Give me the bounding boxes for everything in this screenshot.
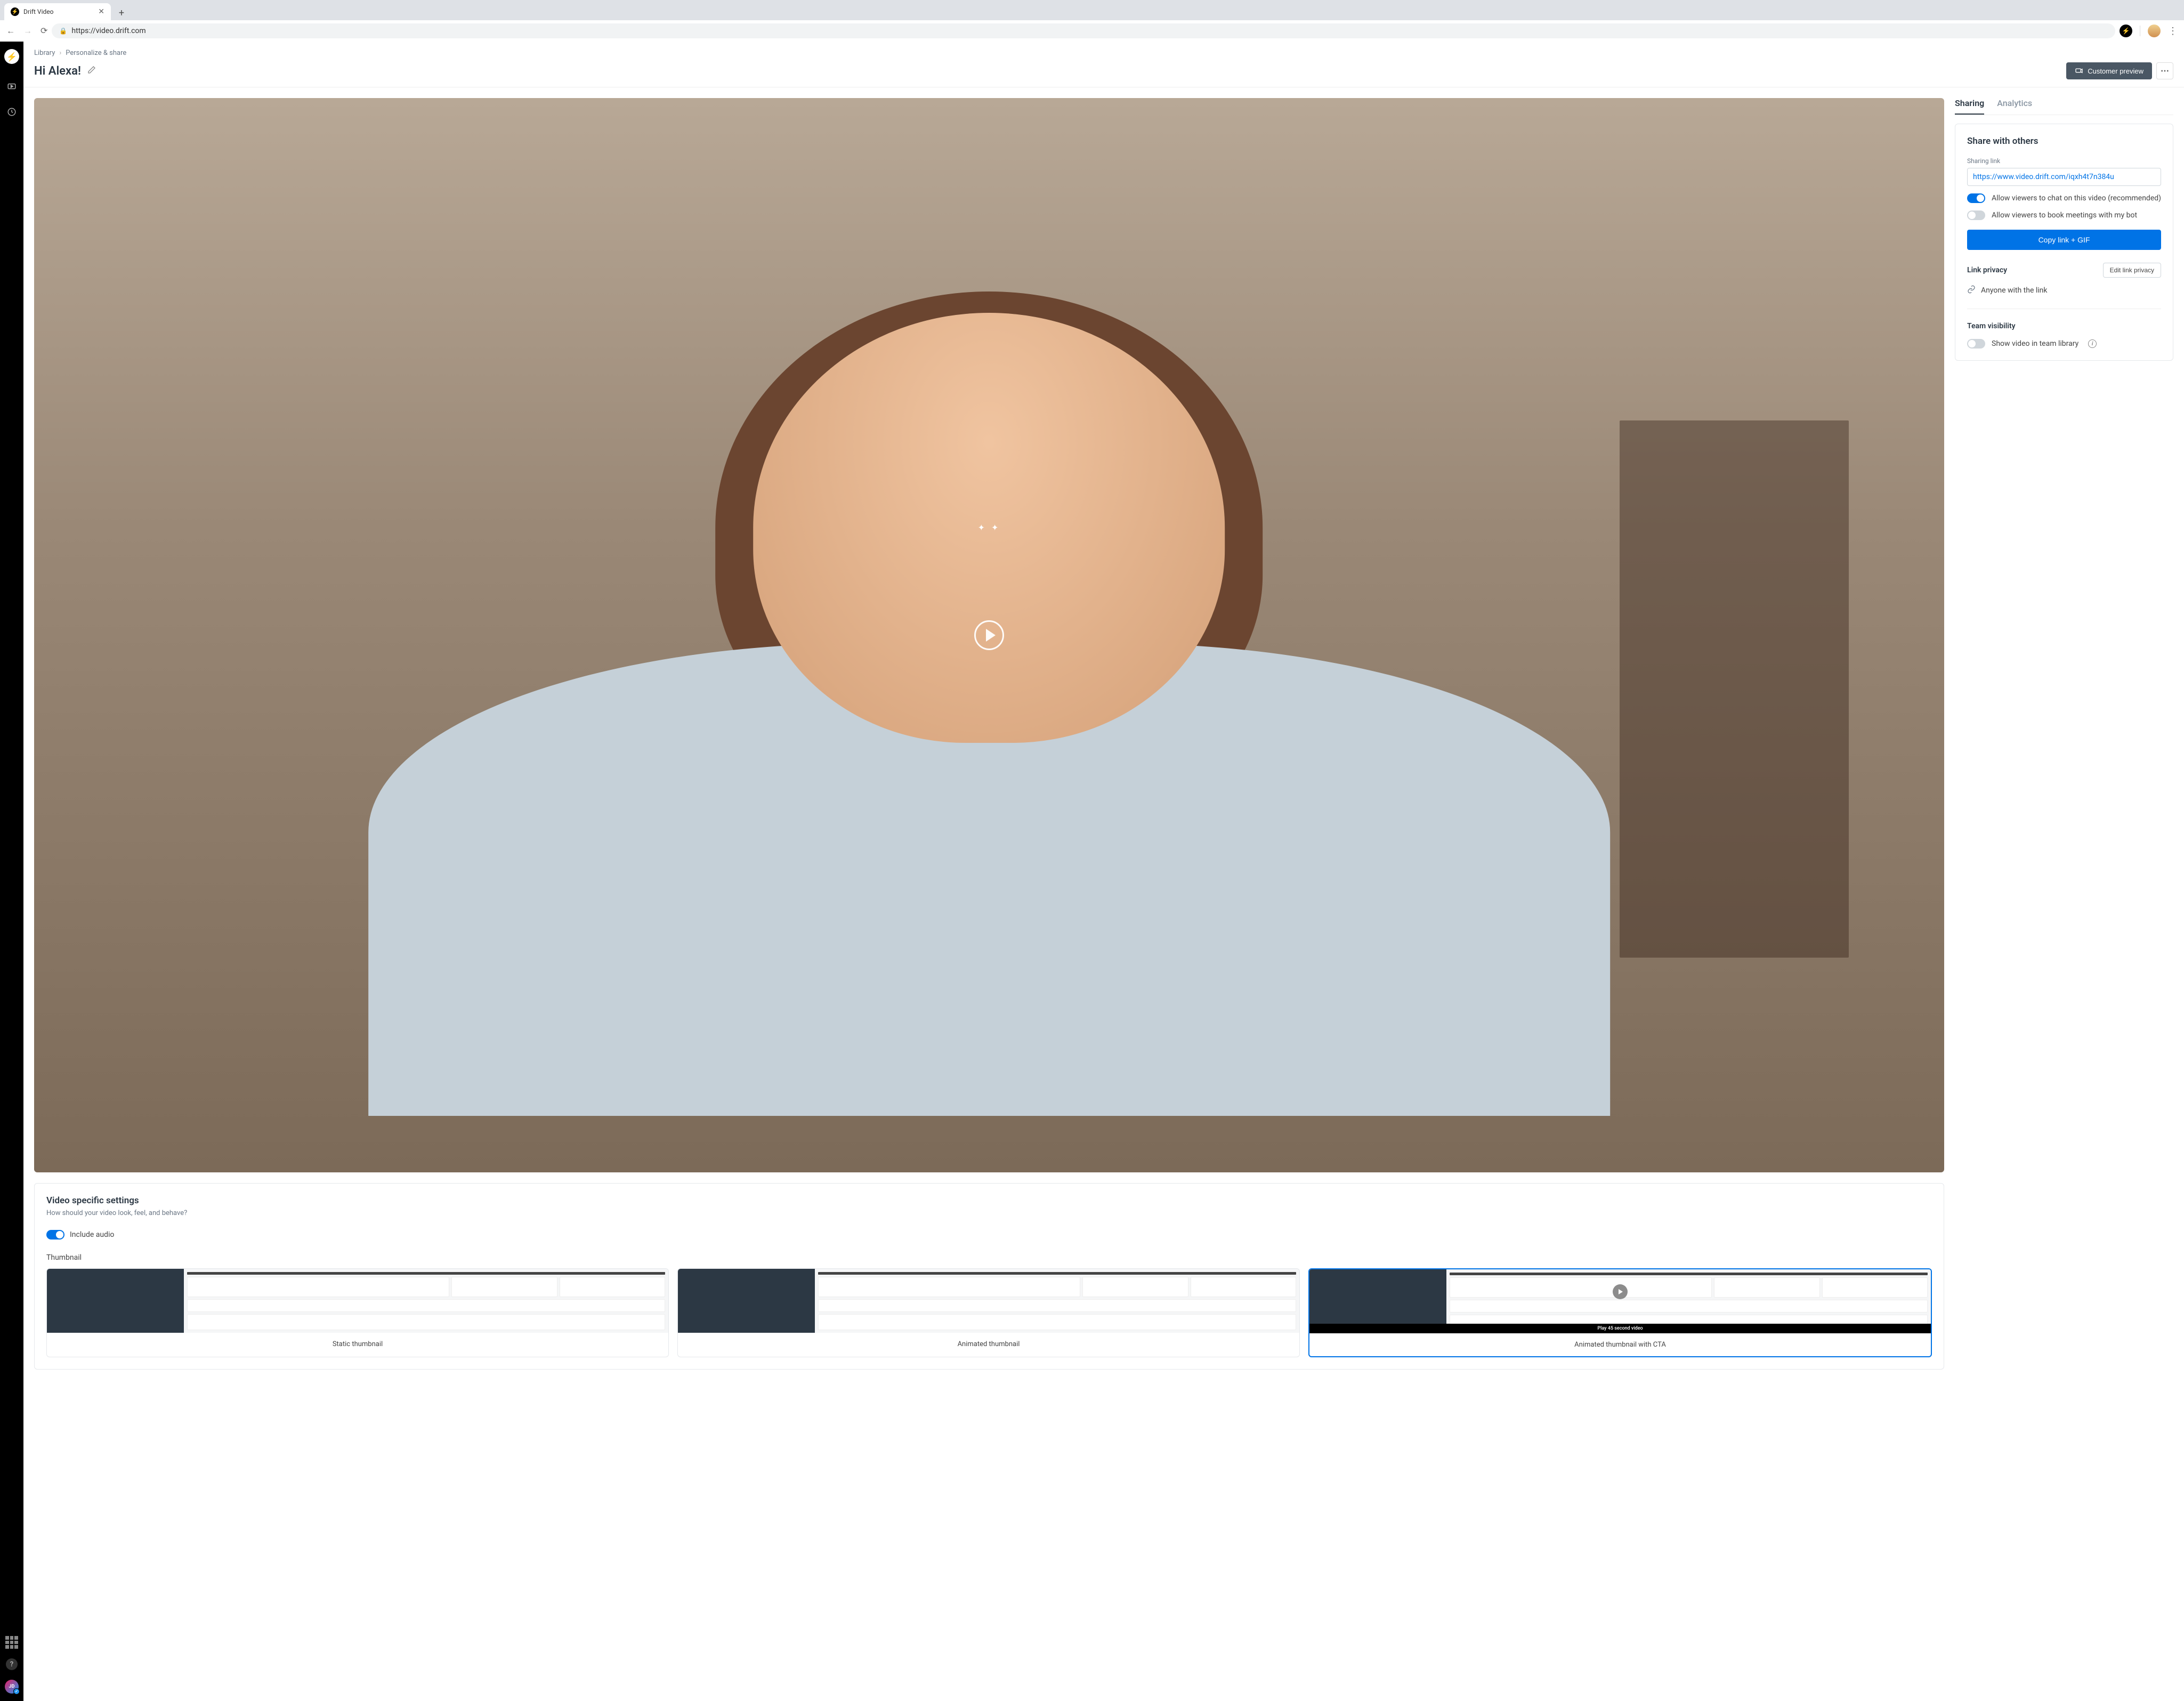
apps-grid-icon[interactable] (5, 1636, 18, 1649)
thumbnail-preview: Play 45 second video (1309, 1269, 1931, 1333)
play-button-icon[interactable] (974, 620, 1004, 650)
profile-avatar[interactable] (2148, 25, 2161, 37)
reload-button[interactable]: ⟳ (41, 26, 47, 36)
title-left: Hi Alexa! (34, 64, 96, 78)
preview-icon (2075, 67, 2083, 75)
thumbnail-label: Thumbnail (46, 1253, 1932, 1262)
lock-icon: 🔒 (59, 27, 67, 35)
help-icon[interactable]: ? (6, 1658, 18, 1670)
new-tab-button[interactable]: + (114, 5, 129, 20)
breadcrumb: Library › Personalize & share (34, 49, 2173, 57)
preview-label: Customer preview (2088, 67, 2143, 75)
edit-privacy-button[interactable]: Edit link privacy (2103, 263, 2161, 278)
content-body: ✦ ✦ Video specific settings How should y… (23, 87, 2184, 1380)
sidebar-bottom: ? JD ✓ (5, 1636, 19, 1694)
link-icon (1967, 285, 1976, 296)
cta-overlay-text: Play 45 second video (1309, 1324, 1931, 1333)
thumbnail-grid: Static thumbnail (46, 1268, 1932, 1357)
link-privacy-section: Link privacy Edit link privacy Anyone wi… (1967, 263, 2161, 296)
forward-button[interactable]: → (23, 26, 32, 36)
tab-title: Drift Video (23, 8, 94, 15)
app-container: ⚡ ? JD ✓ Library › Personalize & share (0, 42, 2184, 1701)
title-row: Hi Alexa! Customer preview ⋯ (34, 62, 2173, 79)
user-avatar[interactable]: JD ✓ (5, 1680, 19, 1694)
allow-book-label: Allow viewers to book meetings with my b… (1992, 211, 2137, 220)
team-library-label: Show video in team library (1992, 339, 2078, 348)
right-column: Sharing Analytics Share with others Shar… (1955, 98, 2173, 1370)
breadcrumb-library[interactable]: Library (34, 49, 55, 57)
info-icon[interactable]: i (2088, 339, 2097, 348)
sparkle-icon: ✦ ✦ (978, 523, 1001, 533)
extension-icon[interactable]: ⚡ (2120, 25, 2132, 37)
team-library-toggle[interactable] (1967, 339, 1985, 349)
tab-analytics[interactable]: Analytics (1997, 98, 2032, 115)
browser-tab[interactable]: ⚡ Drift Video ✕ (4, 3, 111, 20)
chevron-right-icon: › (59, 49, 61, 57)
app-logo-icon[interactable]: ⚡ (4, 49, 19, 64)
sidebar: ⚡ ? JD ✓ (0, 42, 23, 1701)
title-actions: Customer preview ⋯ (2066, 62, 2173, 79)
browser-menu-icon[interactable]: ⋮ (2168, 26, 2178, 37)
settings-heading: Video specific settings (46, 1195, 1932, 1206)
allow-chat-row: Allow viewers to chat on this video (rec… (1967, 193, 2161, 203)
sharing-link-field[interactable]: https://www.video.drift.com/iqxh4t7n384u (1967, 168, 2161, 186)
close-icon[interactable]: ✕ (98, 7, 104, 16)
allow-book-toggle[interactable] (1967, 210, 1985, 220)
include-audio-label: Include audio (70, 1230, 114, 1239)
share-heading: Share with others (1967, 136, 2161, 147)
team-heading: Team visibility (1967, 322, 2161, 330)
allow-chat-label: Allow viewers to chat on this video (rec… (1992, 194, 2161, 203)
tab-sharing[interactable]: Sharing (1955, 98, 1984, 115)
privacy-heading: Link privacy (1967, 266, 2007, 274)
verified-check-icon: ✓ (13, 1688, 20, 1695)
page-title: Hi Alexa! (34, 64, 81, 78)
privacy-value-row: Anyone with the link (1967, 285, 2161, 296)
breadcrumb-personalize[interactable]: Personalize & share (66, 49, 126, 57)
sharing-link-section: Sharing link https://www.video.drift.com… (1967, 157, 2161, 250)
user-initials: JD (9, 1684, 15, 1689)
sharing-link-label: Sharing link (1967, 157, 2161, 165)
sidebar-item-videos[interactable] (5, 80, 18, 93)
browser-chrome: ⚡ Drift Video ✕ + ← → ⟳ 🔒 https://video.… (0, 0, 2184, 42)
url-field[interactable]: 🔒 https://video.drift.com (52, 23, 2115, 38)
thumbnail-caption: Animated thumbnail with CTA (1309, 1333, 1931, 1356)
settings-card: Video specific settings How should your … (34, 1183, 1944, 1370)
left-column: ✦ ✦ Video specific settings How should y… (34, 98, 1944, 1370)
privacy-value: Anyone with the link (1981, 286, 2048, 295)
thumbnail-preview (47, 1269, 668, 1333)
tabs-header: Sharing Analytics (1955, 98, 2173, 115)
browser-actions: ⚡ ⋮ (2120, 25, 2178, 37)
favicon-icon: ⚡ (11, 7, 19, 16)
page-header: Library › Personalize & share Hi Alexa! … (23, 42, 2184, 87)
back-button[interactable]: ← (6, 26, 15, 36)
main-area: Library › Personalize & share Hi Alexa! … (23, 42, 2184, 1701)
sidebar-item-history[interactable] (5, 106, 18, 118)
allow-book-row: Allow viewers to book meetings with my b… (1967, 210, 2161, 220)
url-text: https://video.drift.com (71, 27, 145, 35)
tab-bar: ⚡ Drift Video ✕ + (0, 0, 2184, 20)
more-options-button[interactable]: ⋯ (2156, 62, 2173, 79)
thumbnail-option-animated[interactable]: Animated thumbnail (677, 1268, 1300, 1357)
thumbnail-option-static[interactable]: Static thumbnail (46, 1268, 669, 1357)
team-toggle-row: Show video in team library i (1967, 339, 2161, 349)
url-bar: ← → ⟳ 🔒 https://video.drift.com ⚡ ⋮ (0, 20, 2184, 42)
edit-icon[interactable] (87, 66, 96, 76)
customer-preview-button[interactable]: Customer preview (2066, 62, 2152, 79)
thumbnail-option-animated-cta[interactable]: Play 45 second video Animated thumbnail … (1308, 1268, 1932, 1357)
nav-controls: ← → ⟳ (6, 26, 47, 36)
include-audio-row: Include audio (46, 1230, 1932, 1240)
allow-chat-toggle[interactable] (1967, 193, 1985, 203)
thumbnail-preview (678, 1269, 1299, 1333)
thumbnail-caption: Animated thumbnail (678, 1333, 1299, 1356)
sharing-panel: Share with others Sharing link https://w… (1955, 124, 2173, 361)
privacy-header-row: Link privacy Edit link privacy (1967, 263, 2161, 278)
copy-link-button[interactable]: Copy link + GIF (1967, 230, 2161, 250)
play-overlay-icon (1613, 1284, 1628, 1299)
team-visibility-section: Team visibility Show video in team libra… (1967, 322, 2161, 349)
settings-subtitle: How should your video look, feel, and be… (46, 1209, 1932, 1217)
include-audio-toggle[interactable] (46, 1230, 64, 1240)
thumbnail-caption: Static thumbnail (47, 1333, 668, 1356)
video-player[interactable]: ✦ ✦ (34, 98, 1944, 1172)
